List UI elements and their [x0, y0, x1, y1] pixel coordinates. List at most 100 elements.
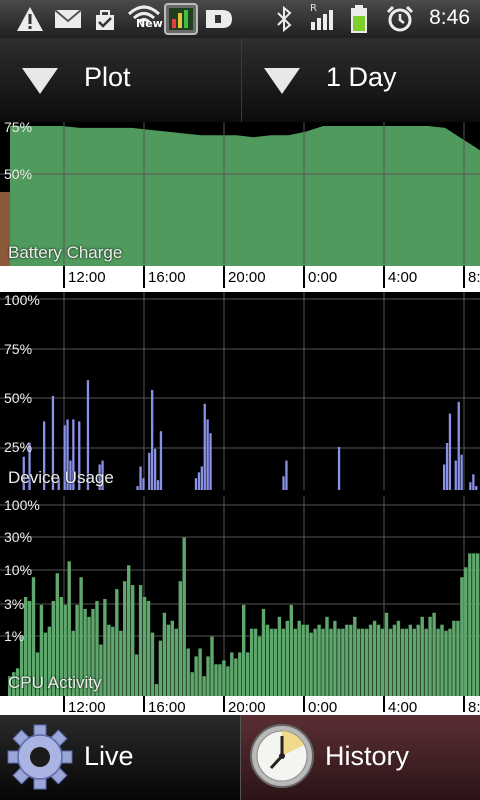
- chart-bar: [445, 443, 449, 490]
- chart-bar: [384, 612, 389, 696]
- chart-bar: [131, 585, 135, 696]
- chart-bar: [468, 553, 472, 696]
- cpu-y-tick: 100%: [4, 497, 40, 513]
- chart-bar: [317, 624, 321, 696]
- range-dropdown[interactable]: 1 Day: [241, 38, 480, 122]
- clock-time: 8:46: [429, 6, 470, 29]
- cpu-activity-chart-title: CPU Activity: [8, 673, 102, 692]
- chart-bar: [404, 628, 408, 696]
- chart-bar: [452, 620, 456, 696]
- chart-bar: [194, 478, 198, 490]
- chart-bar: [432, 612, 436, 696]
- chart-bar: [273, 628, 278, 696]
- axis-tick-label: 8:: [468, 269, 480, 286]
- chart-bar: [249, 628, 254, 696]
- chart-bar: [159, 431, 163, 490]
- warning-icon: [17, 7, 43, 31]
- chart-bar: [357, 628, 361, 696]
- chart-bar: [246, 652, 250, 696]
- chart-bar: [178, 581, 182, 696]
- device-usage-chart-svg: [0, 292, 480, 490]
- chart-bar: [214, 664, 218, 696]
- chart-bar: [337, 446, 341, 490]
- chart-bar: [111, 626, 115, 696]
- chart-bar: [456, 620, 460, 696]
- chart-bar: [174, 628, 178, 696]
- cpu-activity-chart[interactable]: 100% 30% 10% 3% 1% CPU Activity: [0, 496, 480, 696]
- usage-y-tick: 50%: [4, 390, 33, 406]
- chart-bar: [206, 419, 209, 490]
- axis-tick: [143, 266, 145, 288]
- chart-bar: [186, 648, 190, 696]
- chart-bar: [200, 466, 203, 490]
- plot-dropdown[interactable]: Plot: [0, 38, 240, 122]
- d-icon: [206, 10, 232, 28]
- chart-bar: [436, 628, 440, 696]
- chart-bar: [392, 624, 397, 696]
- axis-tick: [223, 696, 225, 712]
- cpu-activity-chart-svg: [0, 496, 480, 696]
- chart-bar: [333, 620, 337, 696]
- axis-tick-label: 16:00: [148, 699, 186, 716]
- chart-bar: [293, 628, 297, 696]
- battery-chart[interactable]: 75% 50% Battery Charge: [0, 122, 480, 266]
- cpu-y-tick: 10%: [4, 562, 33, 578]
- chart-bar: [472, 553, 476, 696]
- chart-bar: [400, 628, 405, 696]
- chart-bar: [198, 648, 202, 696]
- chart-bar: [376, 624, 381, 696]
- chart-bar: [380, 628, 385, 696]
- chart-bar: [238, 652, 242, 696]
- chart-bar: [388, 628, 393, 696]
- chart-bar: [230, 652, 234, 696]
- chart-bar: [257, 636, 262, 696]
- chart-bar: [281, 628, 286, 696]
- chart-bar: [162, 612, 167, 696]
- axis-tick: [223, 266, 225, 288]
- chart-bar: [119, 630, 123, 696]
- chart-bar: [209, 433, 212, 490]
- chart-bar: [202, 676, 206, 696]
- chart-bar: [277, 616, 282, 696]
- axis-tick-label: 0:00: [308, 699, 338, 716]
- usage-y-tick: 100%: [4, 292, 40, 308]
- axis-tick: [383, 266, 385, 288]
- chart-bar: [154, 448, 157, 490]
- tab-history[interactable]: History: [240, 715, 480, 800]
- tab-live[interactable]: Live: [0, 715, 240, 800]
- chart-bar: [420, 616, 424, 696]
- chart-bar: [309, 632, 313, 696]
- chart-bar: [475, 486, 478, 490]
- chart-bar: [115, 589, 119, 696]
- axis-tick: [463, 266, 465, 288]
- chart-bar: [416, 624, 420, 696]
- chart-bar: [396, 620, 401, 696]
- chart-bar: [194, 656, 198, 696]
- chart-bar: [226, 666, 230, 696]
- chart-bar: [460, 454, 463, 490]
- mail-icon: [54, 9, 82, 28]
- chart-bar: [146, 601, 151, 696]
- chart-bar: [103, 599, 107, 696]
- axis-tick: [63, 696, 65, 712]
- chart-bar: [460, 577, 464, 696]
- chart-bar: [476, 553, 480, 696]
- chart-bar: [301, 624, 305, 696]
- chart-bar: [444, 630, 448, 696]
- chart-bar: [203, 403, 206, 490]
- chart-bar: [428, 616, 432, 696]
- chart-bar: [127, 565, 131, 696]
- battery-chart-title: Battery Charge: [8, 243, 123, 262]
- chart-bar: [166, 624, 171, 696]
- device-usage-chart[interactable]: 100% 75% 50% 25% Device Usage: [0, 292, 480, 492]
- chart-toolbar: Plot 1 Day: [0, 38, 480, 122]
- cpu-y-tick: 3%: [4, 596, 25, 612]
- chart-bar: [443, 464, 446, 490]
- chart-bar: [448, 628, 452, 696]
- chart-bar: [190, 672, 194, 696]
- chart-bar: [136, 486, 139, 490]
- chart-bar: [253, 628, 258, 696]
- axis-tick-label: 4:00: [388, 699, 418, 716]
- chart-bar: [269, 628, 274, 696]
- axis-tick-label: 12:00: [68, 269, 106, 286]
